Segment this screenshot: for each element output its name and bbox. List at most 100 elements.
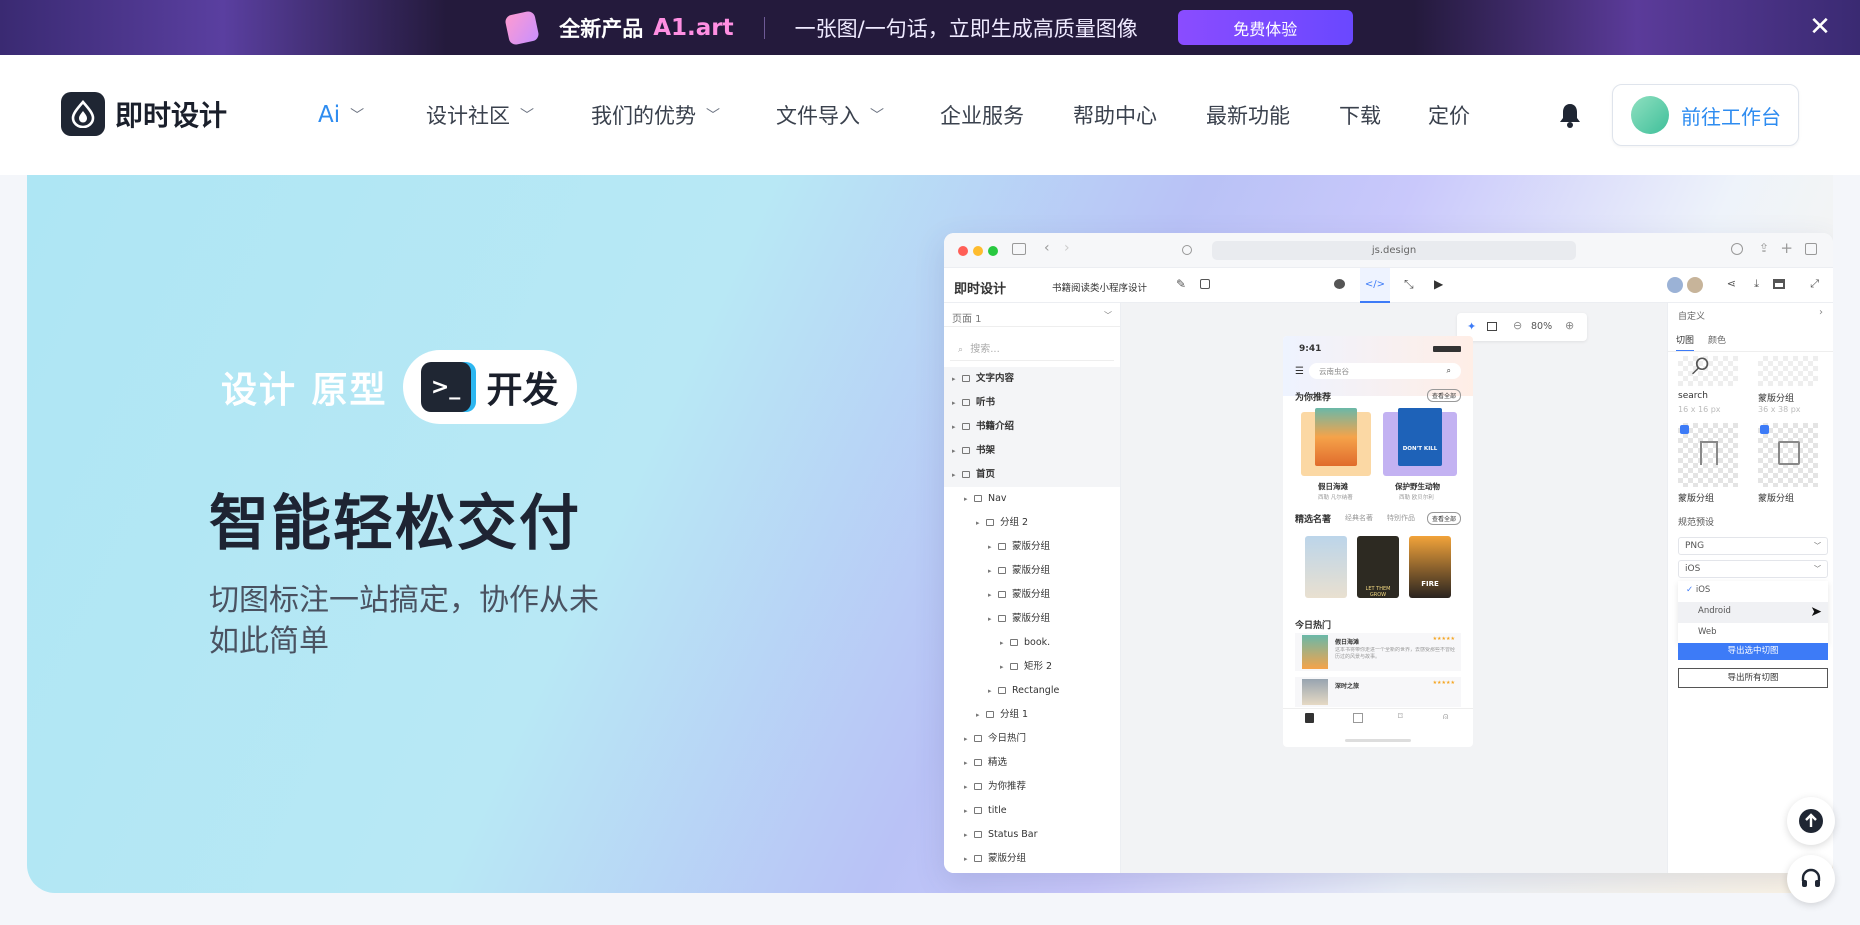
page-select[interactable]: 页面 1 ﹀ [944, 303, 1120, 327]
export-selected-button[interactable]: 导出选中切图 [1678, 643, 1828, 660]
nav-item-enterprise[interactable]: 企业服务 [940, 55, 1024, 175]
layer-row[interactable]: ▸ 听书 [944, 391, 1120, 415]
asset-thumbnail[interactable] [1758, 423, 1818, 487]
expand-arrow-icon[interactable]: ▸ [976, 511, 986, 535]
nav-item-new-features[interactable]: 最新功能 [1206, 55, 1290, 175]
asset-thumbnail[interactable] [1758, 356, 1818, 386]
layer-row[interactable]: ▸ 分组 2 [944, 511, 1120, 535]
hero-section: 设计 原型 >_ 开发 智能轻松交付 切图标注一站搞定，协作从未如此简单 ‹ ›… [27, 175, 1833, 893]
nav-item-file-import[interactable]: 文件导入 ﹀ [776, 55, 884, 175]
nav-item-help[interactable]: 帮助中心 [1073, 55, 1157, 175]
expand-arrow-icon[interactable]: ▸ [952, 439, 962, 463]
expand-arrow-icon[interactable]: ▸ [988, 535, 998, 559]
layer-row[interactable]: ▸ 书架 [944, 439, 1120, 463]
close-banner-icon[interactable]: ✕ [1805, 12, 1835, 42]
fullscreen-icon: ⤢ [1810, 277, 1819, 290]
asset-thumbnail[interactable]: ⌕ [1678, 342, 1738, 386]
design-canvas[interactable]: ✦ ⊖ 80% ⊕ 9:41 ☰ 云南虫谷 ⌕ 为你推荐 查看全部 假日海滩 西… [1121, 303, 1667, 873]
asset-thumbnail[interactable] [1678, 423, 1738, 487]
menu-icon: ☰ [1295, 366, 1304, 377]
nav-item-pricing[interactable]: 定价 [1428, 55, 1470, 175]
layer-row[interactable]: ▸ 蒙版分组 [944, 607, 1120, 631]
layer-row[interactable]: ▸ 矩形 2 [944, 655, 1120, 679]
layer-row[interactable]: ▸ 蒙版分组 [944, 583, 1120, 607]
bell-icon[interactable] [1557, 101, 1583, 129]
layer-row[interactable]: ▸ title [944, 799, 1120, 823]
expand-arrow-icon[interactable]: ▸ [988, 679, 998, 703]
layer-row[interactable]: ▸ 蒙版分组 [944, 535, 1120, 559]
preset-label[interactable]: 规范预设 [1678, 515, 1714, 528]
nav-item-label: Ai [318, 102, 341, 128]
layer-row[interactable]: ▸ 蒙版分组 [944, 559, 1120, 583]
expand-arrow-icon[interactable]: ▸ [964, 487, 974, 511]
expand-arrow-icon[interactable]: ▸ [964, 775, 974, 799]
phone-tab-bar: ⌑ ⍝ [1283, 708, 1473, 730]
frame-icon [962, 399, 970, 406]
bookshelf-tab-icon [1305, 713, 1314, 723]
platform-select[interactable]: iOS ﹀ [1678, 560, 1828, 578]
banner-new-label: 全新产品 [559, 16, 644, 41]
frame-icon [962, 423, 970, 430]
layer-row[interactable]: ▸ 文字内容 [944, 367, 1120, 391]
option-label: iOS [1695, 585, 1711, 595]
layer-row[interactable]: ▸ Rectangle [944, 679, 1120, 703]
expand-arrow-icon[interactable]: ▸ [988, 559, 998, 583]
arrow-up-icon [1799, 809, 1823, 833]
expand-arrow-icon[interactable]: ▸ [964, 847, 974, 871]
expand-arrow-icon[interactable]: ▸ [964, 751, 974, 775]
layer-label: 分组 2 [1000, 517, 1029, 528]
export-all-button[interactable]: 导出所有切图 [1678, 668, 1828, 688]
layer-search-input[interactable]: ⌕ 搜索... [950, 333, 1114, 361]
zoom-in-icon[interactable]: ⊕ [1565, 319, 1574, 332]
layer-row[interactable]: ▸ 为你推荐 [944, 775, 1120, 799]
folder-icon [974, 759, 982, 766]
inspect-panel: 自定义 › 切图 颜色 ⌕ search 16 x 16 px 蒙版分组 36 … [1667, 303, 1833, 873]
customer-support-button[interactable] [1787, 855, 1835, 903]
nav-item-advantages[interactable]: 我们的优势 ﹀ [591, 55, 720, 175]
expand-arrow-icon[interactable]: ▸ [952, 463, 962, 487]
expand-arrow-icon[interactable]: ▸ [1000, 631, 1010, 655]
expand-arrow-icon[interactable]: ▸ [976, 703, 986, 727]
folder-icon [998, 543, 1006, 550]
expand-arrow-icon[interactable]: ▸ [964, 799, 974, 823]
free-trial-button[interactable]: 免费体验 [1177, 10, 1353, 45]
layer-row[interactable]: ▸ 书籍介绍 [944, 415, 1120, 439]
nav-item-download[interactable]: 下载 [1339, 55, 1381, 175]
layer-row[interactable]: ▸ Nav [944, 487, 1120, 511]
checkbox-checked-icon[interactable] [1760, 425, 1769, 434]
go-to-workbench-button[interactable]: 前往工作台 [1612, 84, 1799, 146]
minimize-dot-icon [973, 246, 983, 256]
book-author: 西勒 凡尔纳著 [1318, 495, 1353, 501]
dropdown-option-web[interactable]: Web [1678, 623, 1828, 644]
dropdown-option-android[interactable]: Android [1678, 602, 1828, 623]
layer-row[interactable]: ▸ 首页 [944, 463, 1120, 487]
book-cover: LET THEM GROW [1357, 536, 1399, 598]
expand-arrow-icon[interactable]: ▸ [964, 727, 974, 751]
dropdown-option-ios[interactable]: ✓ iOS [1678, 581, 1828, 602]
layer-row[interactable]: ▸ book. [944, 631, 1120, 655]
layer-row[interactable]: ▸ 今日热门 [944, 727, 1120, 751]
layer-row[interactable]: ▸ Status Bar [944, 823, 1120, 847]
zoom-out-icon[interactable]: ⊖ [1513, 319, 1522, 332]
nav-item-ai[interactable]: Ai ﹀ [318, 55, 364, 175]
expand-arrow-icon[interactable]: ▸ [952, 391, 962, 415]
expand-arrow-icon[interactable]: ▸ [952, 415, 962, 439]
back-to-top-button[interactable] [1787, 797, 1835, 845]
expand-arrow-icon[interactable]: ▸ [988, 583, 998, 607]
search-icon: ⌕ [1692, 342, 1713, 383]
nav-item-label: 文件导入 [776, 104, 860, 128]
site-logo[interactable]: 即时设计 [61, 92, 227, 136]
expand-arrow-icon[interactable]: ▸ [964, 823, 974, 847]
nav-item-design-community[interactable]: 设计社区 ﹀ [426, 55, 534, 175]
expand-arrow-icon[interactable]: ▸ [952, 367, 962, 391]
layer-row[interactable]: ▸ 精选 [944, 751, 1120, 775]
folder-icon [974, 735, 982, 742]
chevron-down-icon: ﹀ [706, 108, 720, 124]
layer-row[interactable]: ▸ 分组 1 [944, 703, 1120, 727]
expand-arrow-icon[interactable]: ▸ [988, 607, 998, 631]
tabs-icon [1805, 243, 1817, 255]
layer-row[interactable]: ▸ 蒙版分组 [944, 847, 1120, 871]
format-select[interactable]: PNG ﹀ [1678, 537, 1828, 555]
expand-arrow-icon[interactable]: ▸ [1000, 655, 1010, 679]
checkbox-checked-icon[interactable] [1680, 425, 1689, 434]
